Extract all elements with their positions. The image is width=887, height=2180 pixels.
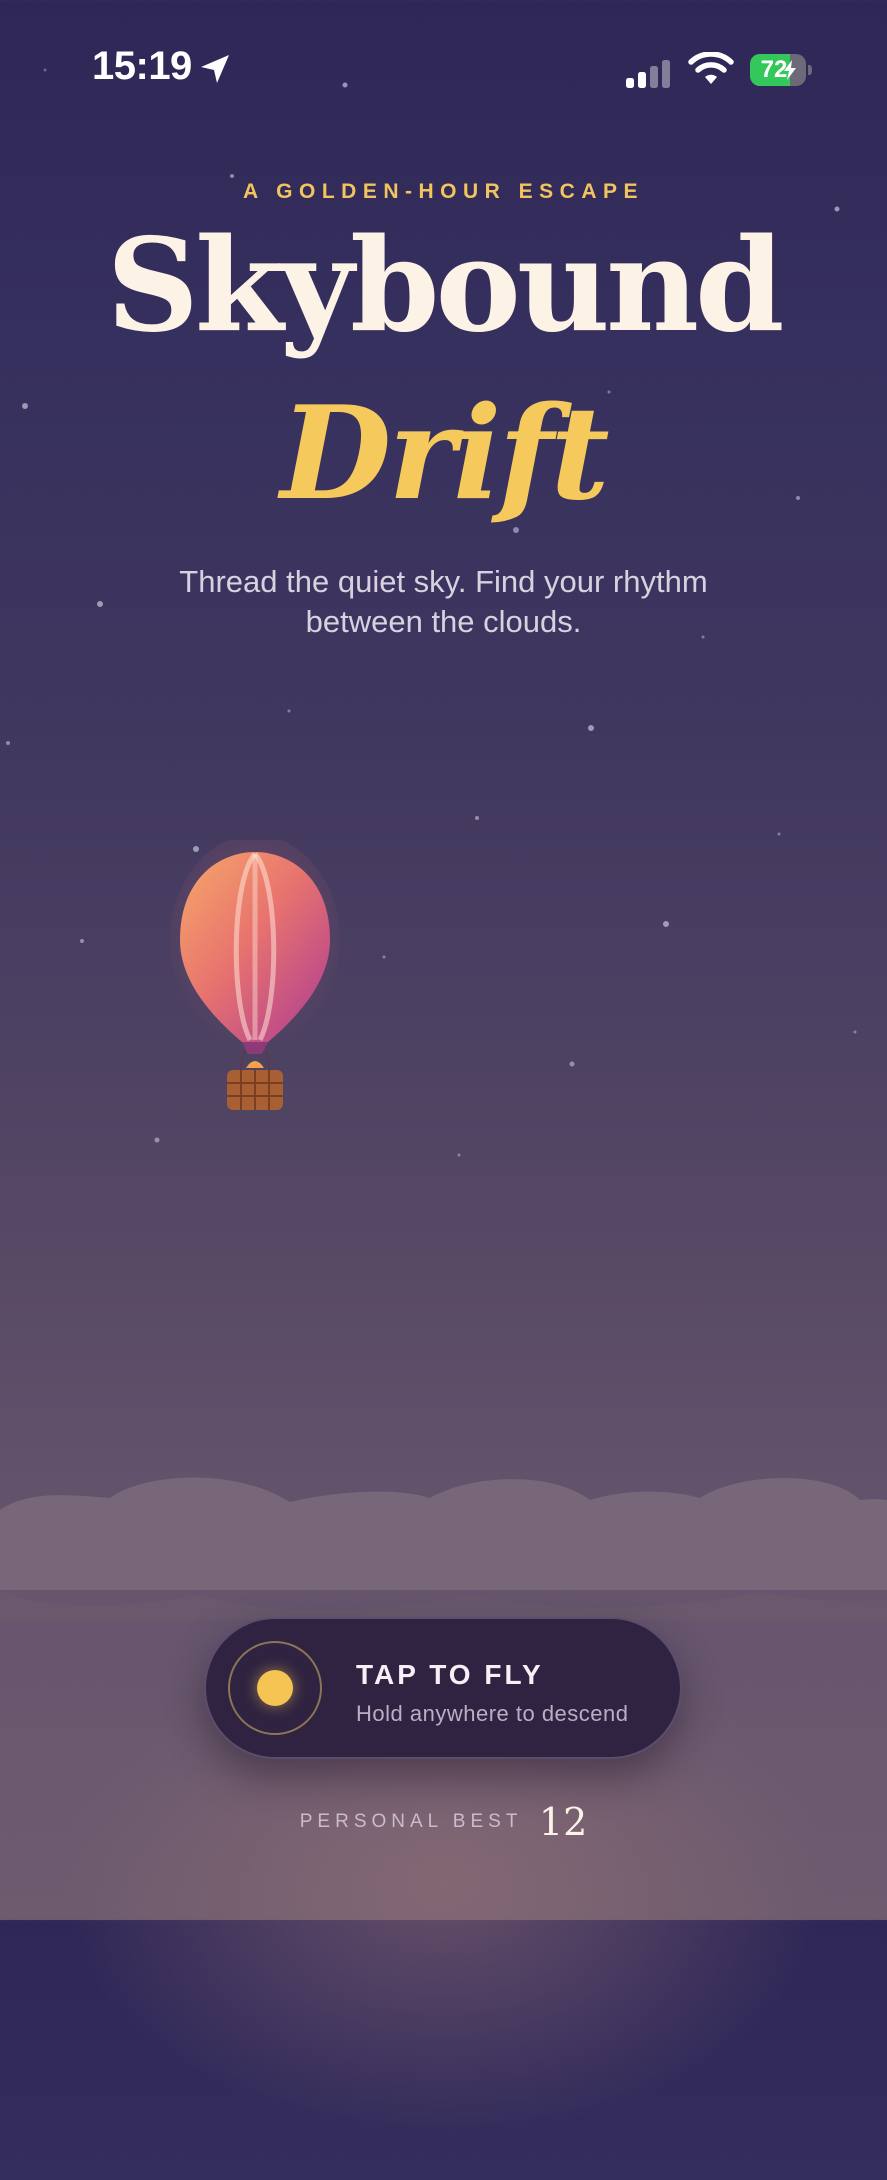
cellular-signal-icon [626, 60, 670, 88]
sun-icon [228, 1641, 322, 1735]
game-subtitle: Drift [280, 379, 609, 529]
wifi-icon [688, 52, 734, 84]
battery-level: 72 [760, 56, 788, 83]
hot-air-balloon-icon [170, 840, 340, 1110]
battery-icon: 72 [750, 54, 812, 86]
signal-bar [626, 78, 634, 88]
sun-dot [257, 1670, 293, 1706]
play-hint: Hold anywhere to descend [356, 1701, 629, 1726]
location-arrow-icon [201, 55, 229, 83]
tagline: Thread the quiet sky. Find your rhythm b… [179, 564, 708, 639]
play-label: TAP TO FLY [356, 1659, 544, 1690]
personal-best-value: 12 [538, 1800, 588, 1844]
personal-best: PERSONAL BEST 12 [0, 1800, 887, 1844]
battery-body: 72 [750, 54, 806, 86]
status-time: 15:19 [92, 44, 192, 88]
charging-bolt-icon [784, 60, 796, 80]
signal-bar [638, 72, 646, 88]
game-title: Skybound [106, 211, 785, 361]
tap-to-fly-button[interactable]: TAP TO FLY Hold anywhere to descend [204, 1617, 682, 1759]
status-bar: 15:19 72 [0, 0, 887, 140]
eyebrow-text: A GOLDEN-HOUR ESCAPE [242, 180, 645, 203]
personal-best-label: PERSONAL BEST [299, 1811, 523, 1832]
cloud-layer [0, 1477, 887, 1620]
battery-cap [808, 65, 812, 75]
signal-bar [650, 66, 658, 88]
signal-bar [662, 60, 670, 88]
